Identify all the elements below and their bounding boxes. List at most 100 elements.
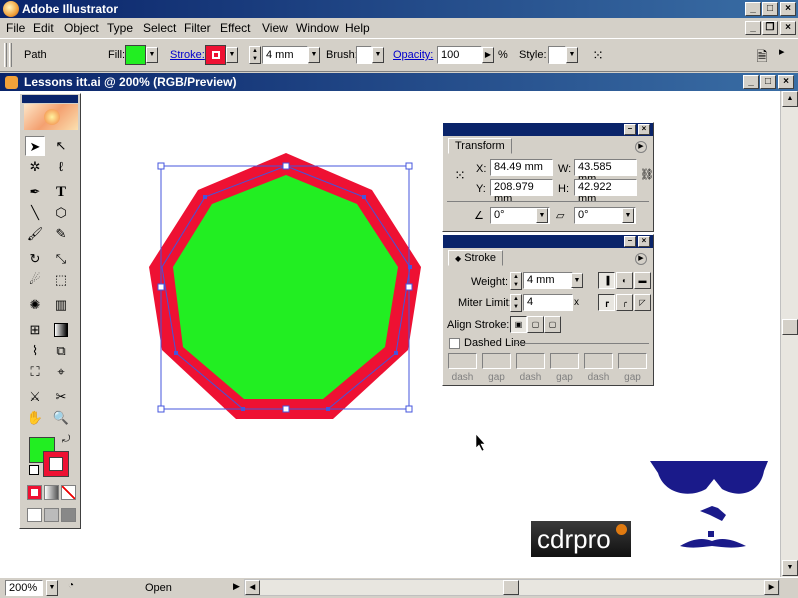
h-field[interactable]: 42.922 mm (574, 179, 637, 205)
gradient-icon[interactable] (51, 320, 71, 340)
menu-filter[interactable]: Filter (184, 21, 211, 35)
menu-object[interactable]: Object (64, 21, 99, 35)
weight-stepper[interactable]: ▲ ▼ (510, 272, 522, 290)
menu-select[interactable]: Select (143, 21, 176, 35)
polygon-icon[interactable]: ⬡ (51, 203, 71, 223)
hand-icon[interactable]: ✋ (25, 408, 45, 428)
full-screen-icon[interactable] (61, 508, 76, 522)
dashed-line-checkbox[interactable] (449, 338, 460, 349)
scroll-thumb[interactable] (782, 319, 798, 335)
menu-type[interactable]: Type (107, 21, 133, 35)
tab-transform[interactable]: Transform (448, 138, 512, 154)
round-cap-button[interactable]: ◐ (616, 272, 633, 289)
butt-cap-button[interactable]: ▐ (598, 272, 615, 289)
brush-preview[interactable] (356, 46, 372, 64)
line-icon[interactable]: ╲ (25, 203, 45, 223)
brush-dropdown[interactable]: ▼ (372, 47, 384, 63)
control-bar-grip[interactable] (4, 43, 7, 67)
eyedropper-icon[interactable]: ⌇ (25, 341, 45, 361)
slice-icon[interactable]: ⚔ (25, 387, 45, 407)
opacity-label[interactable]: Opacity: (393, 49, 433, 61)
weight-field[interactable]: 4 mm (523, 272, 573, 289)
miter-stepper[interactable]: ▲ ▼ (510, 294, 522, 312)
gap-field-1[interactable] (482, 353, 511, 369)
selection-tool-icon[interactable]: ➤ (25, 136, 45, 156)
menu-file[interactable]: File (6, 21, 25, 35)
horizontal-scrollbar[interactable]: ◀ ▶ (244, 579, 780, 596)
swap-colors-icon[interactable]: ⤾ (62, 434, 70, 445)
style-dropdown[interactable]: ▼ (566, 47, 578, 63)
y-field[interactable]: 208.979 mm (490, 179, 553, 205)
w-field[interactable]: 43.585 mm (574, 159, 637, 185)
dash-field-1[interactable] (448, 353, 477, 369)
document-close[interactable]: × (778, 75, 794, 89)
stroke-dropdown[interactable]: ▼ (226, 47, 238, 63)
zoom-icon[interactable]: 🔍 (51, 408, 71, 428)
control-menu-icon[interactable]: ▸ (779, 45, 785, 58)
menu-view[interactable]: View (262, 21, 288, 35)
type-icon[interactable]: T (51, 182, 71, 202)
opacity-field[interactable]: 100 (437, 46, 482, 64)
shear-dropdown[interactable]: ▼ (622, 208, 634, 223)
paintbrush-icon[interactable]: 🖌 (25, 224, 45, 244)
gap-field-3[interactable] (618, 353, 647, 369)
warp-icon[interactable]: ☄ (25, 270, 45, 290)
transform-menu-icon[interactable]: ▶ (635, 141, 647, 153)
stroke-weight-stepper[interactable]: ▲ ▼ (249, 46, 261, 64)
scissors-icon[interactable]: ✂ (51, 387, 71, 407)
align-outside-button[interactable]: ▢ (544, 316, 561, 333)
stroke-panel-collapse[interactable]: – (624, 236, 636, 247)
tab-stroke[interactable]: ◆ Stroke (448, 250, 504, 266)
document-maximize[interactable]: □ (760, 75, 776, 89)
menu-edit[interactable]: Edit (33, 21, 54, 35)
transform-close[interactable]: × (638, 124, 650, 135)
fill-dropdown[interactable]: ▼ (146, 47, 158, 63)
zoom-dropdown[interactable]: ▼ (46, 580, 58, 596)
rotate-dropdown[interactable]: ▼ (536, 208, 548, 223)
gradient-mode-icon[interactable] (44, 485, 59, 500)
miter-field[interactable]: 4 (523, 294, 573, 311)
artboard-canvas[interactable] (0, 91, 780, 577)
symbol-sprayer-icon[interactable]: ✺ (25, 295, 45, 315)
doc-close-button[interactable]: × (780, 21, 796, 35)
align-inside-button[interactable]: ▢ (527, 316, 544, 333)
transform-panel-titlebar[interactable] (443, 123, 653, 136)
blend-icon[interactable]: ⧉ (51, 341, 71, 361)
default-colors-icon[interactable] (29, 465, 39, 475)
hscroll-thumb[interactable] (503, 580, 519, 595)
projecting-cap-button[interactable]: ▬ (634, 272, 651, 289)
mesh-icon[interactable]: ⊞ (25, 320, 45, 340)
align-center-button[interactable]: ▣ (510, 316, 527, 333)
scroll-right-button[interactable]: ▶ (764, 580, 779, 595)
menu-effect[interactable]: Effect (220, 21, 250, 35)
gap-field-2[interactable] (550, 353, 579, 369)
stroke-weight-dropdown[interactable]: ▼ (308, 47, 320, 63)
align-options-icon[interactable]: ⁙ (588, 46, 608, 64)
doc-minimize-button[interactable]: _ (745, 21, 761, 35)
close-button[interactable]: × (780, 2, 796, 16)
color-mode-icon[interactable] (27, 485, 42, 500)
minimize-button[interactable]: _ (745, 2, 761, 16)
bevel-join-button[interactable]: ◸ (634, 294, 651, 311)
live-paint-icon[interactable]: ⛶ (25, 362, 45, 382)
vertical-scrollbar[interactable]: ▲ ▼ (780, 91, 798, 577)
scroll-left-button[interactable]: ◀ (245, 580, 260, 595)
scroll-up-button[interactable]: ▲ (782, 91, 798, 107)
free-transform-icon[interactable]: ⬚ (51, 270, 71, 290)
pen-icon[interactable]: ✒ (25, 182, 45, 202)
standard-screen-icon[interactable] (27, 508, 42, 522)
document-setup-icon[interactable]: 🗎 (752, 46, 772, 66)
fill-swatch[interactable] (125, 45, 146, 65)
dash-field-2[interactable] (516, 353, 545, 369)
stroke-menu-icon[interactable]: ▶ (635, 253, 647, 265)
miter-join-button[interactable]: ┏ (598, 294, 615, 311)
menu-window[interactable]: Window (296, 21, 339, 35)
scale-icon[interactable]: ⤡ (51, 249, 71, 269)
document-minimize[interactable]: _ (743, 75, 759, 89)
status-menu-arrow[interactable]: ▶ (233, 581, 240, 592)
stroke-swatch[interactable] (205, 45, 226, 65)
none-mode-icon[interactable] (61, 485, 76, 500)
x-field[interactable]: 84.49 mm (490, 159, 553, 176)
transform-collapse[interactable]: – (624, 124, 636, 135)
zoom-field[interactable]: 200% (5, 580, 43, 596)
